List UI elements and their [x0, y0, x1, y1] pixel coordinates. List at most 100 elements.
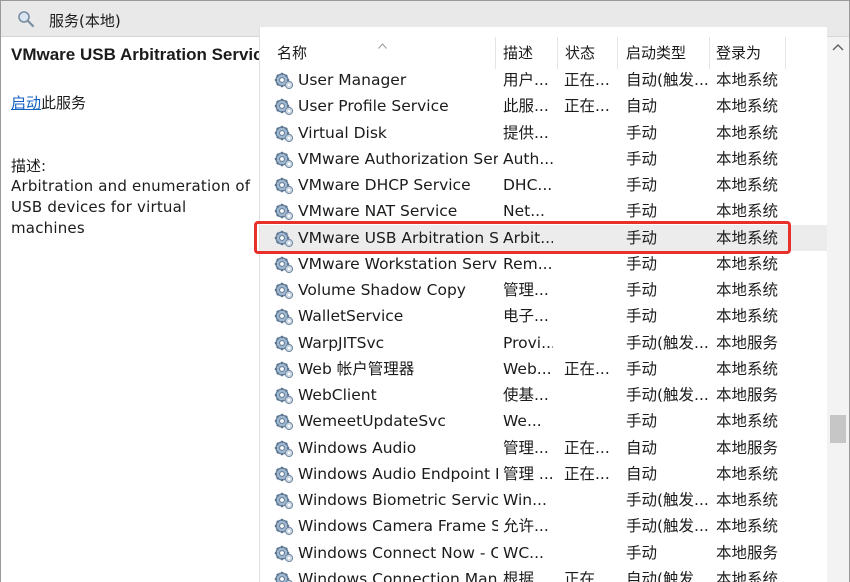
- service-row[interactable]: WarpJITSvc Provi... 手动(触发... 本地服务: [260, 330, 828, 356]
- service-name: Windows Audio Endpoint B...: [298, 464, 498, 483]
- service-name: Volume Shadow Copy: [298, 281, 466, 299]
- service-description: 使基...: [503, 386, 549, 404]
- service-description: 允许...: [503, 517, 549, 536]
- service-row[interactable]: User Profile Service 此服... 正在... 自动 本地系统: [260, 93, 828, 119]
- service-startup-type: 自动(触发...: [626, 71, 708, 89]
- service-startup-type: 自动: [626, 97, 658, 116]
- gear-service-icon: [274, 203, 294, 221]
- service-status: [564, 303, 614, 329]
- service-name: Windows Connection Man...: [298, 569, 498, 582]
- service-description: WC...: [503, 543, 544, 562]
- service-row[interactable]: User Manager 用户... 正在... 自动(触发... 本地系统: [260, 67, 828, 93]
- service-row[interactable]: WemeetUpdateSvc We... 手动 本地系统: [260, 408, 828, 434]
- service-name: Virtual Disk: [298, 123, 387, 142]
- gear-service-icon: [274, 440, 294, 458]
- service-row[interactable]: Windows Camera Frame S... 允许... 手动(触发... 本地…: [260, 513, 828, 539]
- service-status: [564, 513, 614, 539]
- service-status: 正在...: [564, 569, 610, 582]
- service-row[interactable]: Windows Connection Man... 根据... 正在... 自动(触发…: [260, 566, 828, 582]
- gear-service-icon: [274, 387, 294, 405]
- service-startup-type: 手动: [626, 281, 658, 299]
- column-header-startup-type[interactable]: 启动类型: [618, 37, 710, 69]
- service-row[interactable]: Windows Biometric Service Win... 手动(触发... 本…: [260, 487, 828, 513]
- service-status: [564, 198, 614, 224]
- service-logon-as: 本地系统: [716, 176, 779, 194]
- vertical-scrollbar[interactable]: [827, 37, 849, 582]
- service-startup-type: 手动: [626, 149, 658, 168]
- gear-service-icon: [274, 492, 294, 510]
- service-description: 管理 ...: [503, 464, 553, 483]
- service-logon-as: 本地系统: [716, 464, 779, 483]
- service-row[interactable]: VMware DHCP Service DHC... 手动 本地系统: [260, 172, 828, 198]
- service-description: Web...: [503, 359, 552, 378]
- service-row[interactable]: VMware Workstation Server Rem... 手动 本地系统: [260, 251, 828, 277]
- service-row[interactable]: VMware NAT Service Net... 手动 本地系统: [260, 198, 828, 224]
- service-startup-type: 手动: [626, 228, 658, 247]
- column-header-description[interactable]: 描述: [496, 37, 558, 69]
- service-logon-as: 本地系统: [716, 71, 779, 89]
- start-service-suffix: 此服务: [41, 94, 87, 112]
- service-logon-as: 本地系统: [716, 412, 779, 431]
- service-status: [564, 146, 614, 172]
- service-name: User Profile Service: [298, 97, 449, 116]
- description-text: Arbitration and enumeration of USB devic…: [11, 177, 251, 237]
- service-row[interactable]: VMware Authorization Ser... Auth... 手动 本地系统: [260, 146, 828, 172]
- service-row[interactable]: Windows Audio Endpoint B... 管理 ... 正在... 自动…: [260, 461, 828, 487]
- service-name: VMware Authorization Ser...: [298, 149, 498, 168]
- service-row[interactable]: Web 帐户管理器 Web... 正在... 手动 本地系统: [260, 356, 828, 382]
- service-row[interactable]: WebClient 使基... 手动(触发... 本地服务: [260, 382, 828, 408]
- service-row[interactable]: Volume Shadow Copy 管理... 手动 本地系统: [260, 277, 828, 303]
- gear-service-icon: [274, 256, 294, 274]
- service-name: WarpJITSvc: [298, 333, 385, 352]
- service-status: [564, 251, 614, 277]
- service-startup-type: 手动: [626, 543, 658, 562]
- service-logon-as: 本地服务: [716, 333, 779, 352]
- gear-service-icon: [274, 230, 294, 248]
- service-description: 提供...: [503, 123, 549, 142]
- service-status: [564, 172, 614, 198]
- window-title: 服务(本地): [49, 12, 121, 30]
- service-name: VMware Workstation Server: [298, 254, 498, 273]
- service-name: VMware DHCP Service: [298, 176, 471, 194]
- service-description: DHC...: [503, 176, 553, 194]
- service-row[interactable]: VMware USB Arbitration S... Arbit... 手动 本地系…: [260, 224, 828, 251]
- start-service-line: 启动此服务: [11, 92, 86, 113]
- service-logon-as: 本地系统: [716, 149, 779, 168]
- column-header-status[interactable]: 状态: [558, 37, 618, 69]
- service-startup-type: 手动: [626, 254, 658, 273]
- service-description: We...: [503, 412, 542, 431]
- service-row[interactable]: Virtual Disk 提供... 手动 本地系统: [260, 120, 828, 146]
- service-status: [564, 487, 614, 513]
- service-status: [564, 277, 614, 303]
- service-row[interactable]: Windows Connect Now - C... WC... 手动 本地服务: [260, 540, 828, 566]
- service-name: Windows Biometric Service: [298, 491, 498, 509]
- gear-service-icon: [274, 177, 294, 195]
- service-row[interactable]: WalletService 电子... 手动 本地系统: [260, 303, 828, 329]
- service-status: 正在...: [564, 438, 610, 457]
- service-startup-type: 手动: [626, 123, 658, 142]
- service-logon-as: 本地服务: [716, 543, 779, 562]
- gear-service-icon: [274, 282, 294, 300]
- scroll-up-arrow-icon[interactable]: [832, 43, 844, 51]
- service-description: 用户...: [503, 71, 549, 89]
- service-status: [564, 408, 614, 434]
- service-row[interactable]: Windows Audio 管理... 正在... 自动 本地服务: [260, 435, 828, 461]
- service-description: Provi...: [503, 333, 553, 352]
- scrollbar-thumb[interactable]: [830, 415, 846, 443]
- column-header-name[interactable]: 名称: [260, 37, 496, 69]
- service-status: [564, 382, 614, 408]
- gear-service-icon: [274, 151, 294, 169]
- start-service-link[interactable]: 启动: [11, 94, 41, 112]
- gear-service-icon: [274, 518, 294, 536]
- service-startup-type: 手动(触发...: [626, 386, 708, 404]
- column-header-logon-as[interactable]: 登录为: [710, 37, 786, 69]
- service-logon-as: 本地系统: [716, 254, 779, 273]
- service-logon-as: 本地系统: [716, 228, 779, 247]
- service-detail-pane: VMware USB Arbitration Service 启动此服务 描述:…: [1, 37, 272, 582]
- service-startup-type: 手动(触发...: [626, 333, 708, 352]
- service-status: [564, 120, 614, 146]
- service-description: Rem...: [503, 254, 553, 273]
- gear-service-icon: [274, 98, 294, 116]
- service-logon-as: 本地系统: [716, 569, 779, 582]
- services-list: 名称 描述 状态 启动类型 登录为 User Manager 用户... 正在...…: [259, 27, 828, 582]
